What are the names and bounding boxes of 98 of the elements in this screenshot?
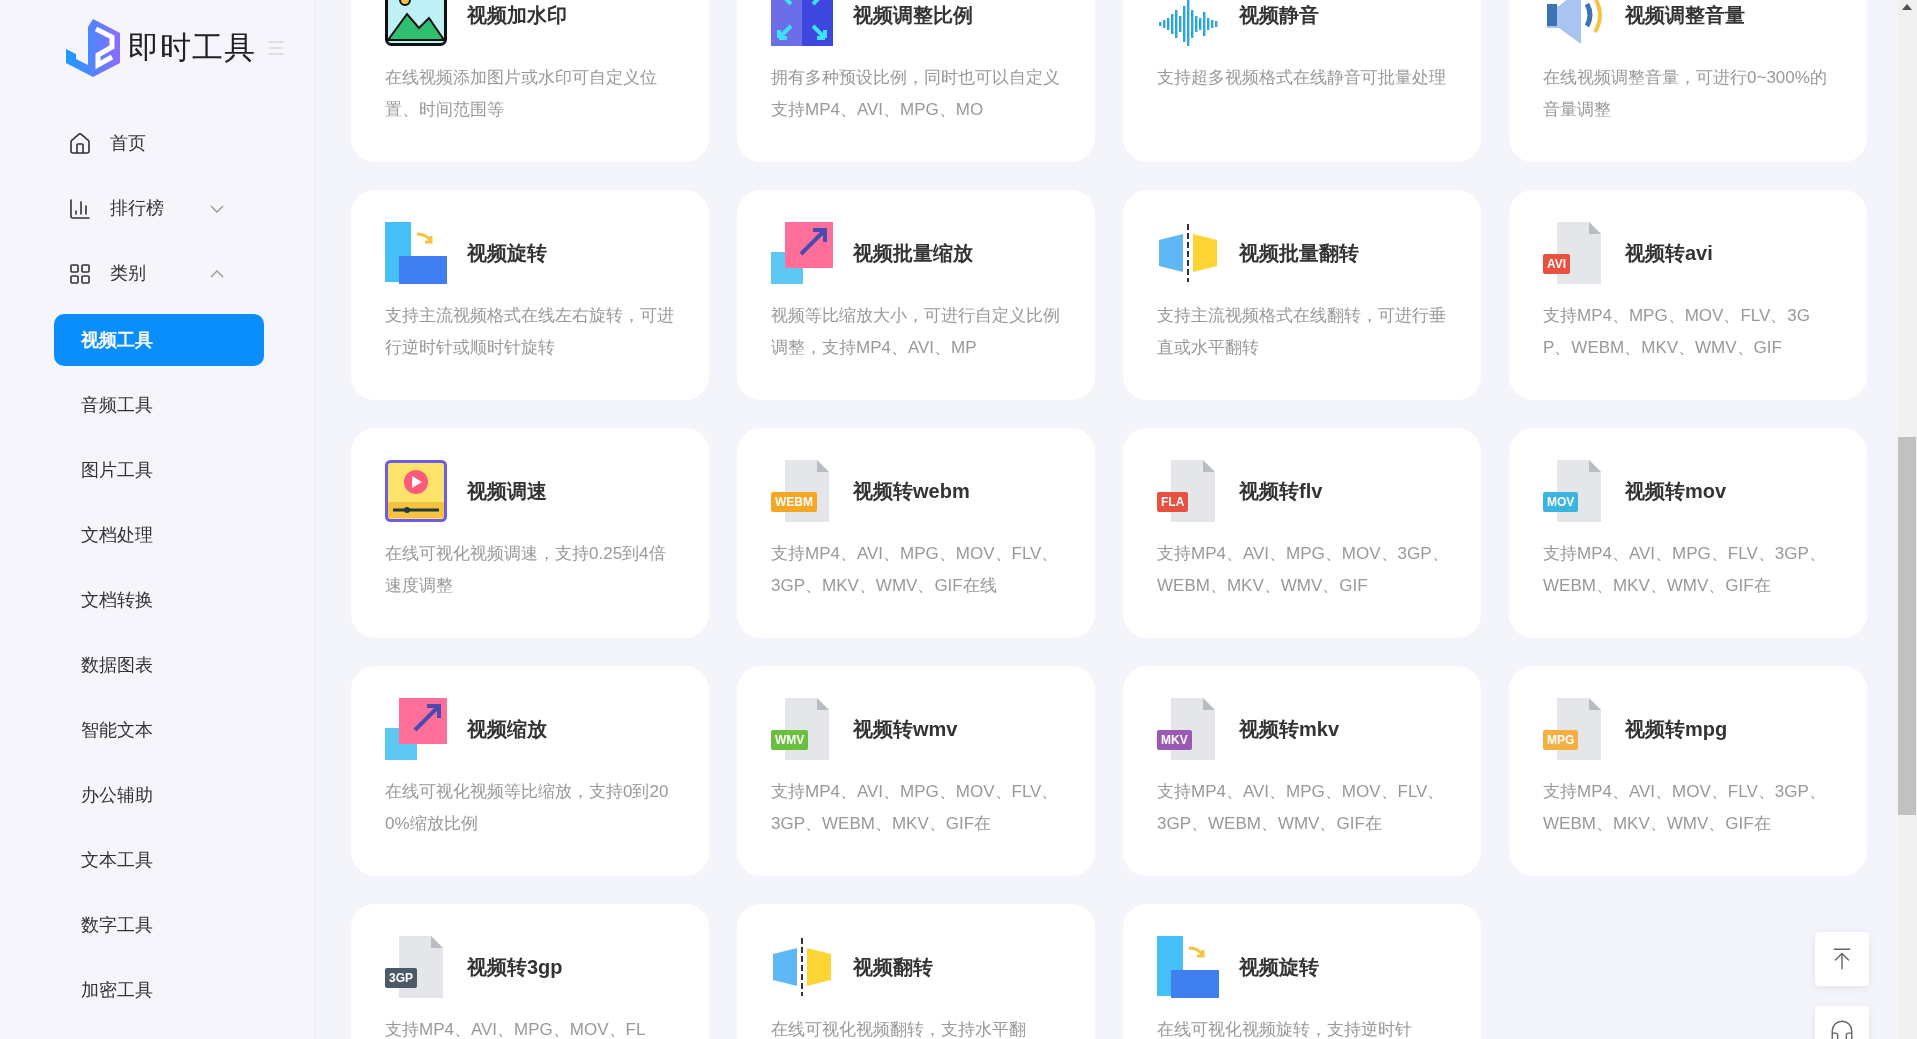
tool-description: 支持MP4、AVI、MPG、MOV、FLV、3GP、WEBM、WMV、GIF在	[1157, 781, 1446, 835]
file-type-label: FLA	[1157, 492, 1189, 512]
scroll-up-arrow-icon[interactable]	[1902, 4, 1912, 10]
tool-card[interactable]: 视频旋转 在线可视化视频旋转，支持逆时针	[1123, 904, 1481, 1039]
tool-description: 支持MP4、AVI、MPG、MOV、3GP、WEBM、MKV、WMV、GIF	[1157, 543, 1450, 597]
tool-card[interactable]: 视频调整音量 在线视频调整音量，可进行0~300%的音量调整	[1509, 0, 1867, 162]
tool-description: 在线可视化视频翻转，支持水平翻	[771, 1019, 1027, 1039]
tool-title: 视频旋转	[467, 241, 547, 266]
tool-description: 支持MP4、MPG、MOV、FLV、3GP、WEBM、MKV、WMV、GIF	[1543, 305, 1811, 359]
category-item[interactable]: 文档转换	[54, 574, 264, 626]
tool-title: 视频批量缩放	[853, 241, 973, 266]
expand-arrows-icon	[771, 0, 833, 46]
tool-card[interactable]: 视频批量翻转 支持主流视频格式在线翻转，可进行垂直或水平翻转	[1123, 190, 1481, 400]
tool-description: 在线可视化视频旋转，支持逆时针	[1157, 1019, 1413, 1039]
tool-title: 视频转flv	[1239, 479, 1323, 504]
tool-description: 支持主流视频格式在线左右旋转，可进行逆时针或顺时针旋转	[385, 305, 675, 359]
tool-card[interactable]: AVI 视频转avi 支持MP4、MPG、MOV、FLV、3GP、WEBM、MKV、WMV、GIF	[1509, 190, 1867, 400]
category-item[interactable]: 办公辅助	[54, 769, 264, 821]
sound-wave-icon	[1157, 0, 1219, 46]
file-type-label: MPG	[1543, 730, 1579, 750]
tool-title: 视频加水印	[467, 3, 567, 28]
tool-title: 视频转wmv	[853, 717, 958, 742]
tool-card[interactable]: MOV 视频转mov 支持MP4、AVI、MPG、FLV、3GP、WEBM、MKV、WMV、GIF在	[1509, 428, 1867, 638]
tool-description: 支持MP4、AVI、MPG、MOV、FLV、3GP、WEBM、MKV、GIF在	[771, 781, 1060, 835]
mirror-flip-icon	[771, 936, 833, 998]
tool-description: 支持MP4、AVI、MPG、MOV、FLV、3GP、MKV、WMV、GIF在线	[771, 543, 1060, 597]
mirror-flip-icon	[1157, 222, 1219, 284]
file-type-label: 3GP	[385, 968, 417, 988]
logo-icon	[66, 19, 120, 77]
grid-icon	[68, 261, 92, 286]
category-item[interactable]: 音频工具	[54, 379, 264, 431]
tool-card[interactable]: 视频批量缩放 视频等比缩放大小，可进行自定义比例调整，支持MP4、AVI、MP	[737, 190, 1095, 400]
tool-description: 视频等比缩放大小，可进行自定义比例调整，支持MP4、AVI、MP	[771, 305, 1061, 359]
file-type-label: MKV	[1157, 730, 1192, 750]
tool-title: 视频调整比例	[853, 3, 973, 28]
nav-item[interactable]: 类别	[0, 241, 314, 306]
tool-description: 支持MP4、AVI、MPG、FLV、3GP、WEBM、MKV、WMV、GIF在	[1543, 543, 1827, 597]
tool-title: 视频静音	[1239, 3, 1319, 28]
tool-card[interactable]: WEBM 视频转webm 支持MP4、AVI、MPG、MOV、FLV、3GP、MKV、WMV、GIF在线	[737, 428, 1095, 638]
logo-title: 即时工具	[128, 28, 256, 67]
tool-card[interactable]: 视频加水印 在线视频添加图片或水印可自定义位置、时间范围等	[351, 0, 709, 162]
tool-description: 在线可视化视频等比缩放，支持0到200%缩放比例	[385, 781, 670, 835]
tool-card[interactable]: 视频调速 在线可视化视频调速，支持0.25到4倍速度调整	[351, 428, 709, 638]
video-player-icon	[385, 460, 447, 522]
tool-title: 视频转avi	[1625, 241, 1713, 266]
tool-description: 拥有多种预设比例，同时也可以自定义支持MP4、AVI、MPG、MO	[771, 67, 1061, 121]
tool-card[interactable]: 视频缩放 在线可视化视频等比缩放，支持0到200%缩放比例	[351, 666, 709, 876]
tool-description: 在线可视化视频调速，支持0.25到4倍速度调整	[385, 543, 667, 597]
category-item[interactable]: 文档处理	[54, 509, 264, 561]
tool-title: 视频转3gp	[467, 955, 563, 980]
file-type-label: MOV	[1543, 492, 1579, 512]
category-item[interactable]: 加密工具	[54, 964, 264, 1016]
tool-description: 支持MP4、AVI、MOV、FLV、3GP、WEBM、MKV、WMV、GIF在	[1543, 781, 1827, 835]
rotate-shapes-icon	[385, 222, 447, 284]
resize-squares-icon	[771, 222, 833, 284]
tool-card[interactable]: FLA 视频转flv 支持MP4、AVI、MPG、MOV、3GP、WEBM、MKV、WMV、GIF	[1123, 428, 1481, 638]
bar-chart-icon	[68, 196, 92, 221]
nav-item[interactable]: 排行榜	[0, 176, 314, 241]
file-type-label: AVI	[1543, 254, 1571, 274]
tool-description: 在线视频添加图片或水印可自定义位置、时间范围等	[385, 67, 658, 121]
back-to-top-button[interactable]	[1815, 932, 1869, 986]
file-type-label: WEBM	[771, 492, 817, 512]
tool-title: 视频调整音量	[1625, 3, 1745, 28]
category-item[interactable]: 文本工具	[54, 834, 264, 886]
home-icon	[68, 131, 92, 156]
tool-card[interactable]: 视频静音 支持超多视频格式在线静音可批量处理	[1123, 0, 1481, 162]
tool-title: 视频转mpg	[1625, 717, 1728, 742]
tool-card[interactable]: WMV 视频转wmv 支持MP4、AVI、MPG、MOV、FLV、3GP、WEBM、MKV、GIF在	[737, 666, 1095, 876]
resize-squares-icon	[385, 698, 447, 760]
tool-description: 支持超多视频格式在线静音可批量处理	[1157, 67, 1447, 89]
landscape-picture-icon	[385, 0, 447, 46]
tool-title: 视频转webm	[853, 479, 970, 504]
category-item[interactable]: 数字工具	[54, 899, 264, 951]
tool-title: 视频缩放	[467, 717, 547, 742]
tool-card[interactable]: MKV 视频转mkv 支持MP4、AVI、MPG、MOV、FLV、3GP、WEBM、WMV、GIF在	[1123, 666, 1481, 876]
tool-card[interactable]: 视频旋转 支持主流视频格式在线左右旋转，可进行逆时针或顺时针旋转	[351, 190, 709, 400]
headset-icon	[1829, 1018, 1855, 1039]
rotate-shapes-icon	[1157, 936, 1219, 998]
category-item[interactable]: 数据图表	[54, 639, 264, 691]
tool-title: 视频翻转	[853, 955, 933, 980]
tool-description: 在线视频调整音量，可进行0~300%的音量调整	[1543, 67, 1828, 121]
category-item[interactable]: 图片工具	[54, 444, 264, 496]
category-item[interactable]: 智能文本	[54, 704, 264, 756]
tool-title: 视频转mkv	[1239, 717, 1340, 742]
tool-description: 支持MP4、AVI、MPG、MOV、FL	[385, 1019, 647, 1039]
file-type-label: WMV	[771, 730, 809, 750]
tool-title: 视频调速	[467, 479, 547, 504]
tool-title: 视频转mov	[1625, 479, 1727, 504]
scrollbar-thumb[interactable]	[1898, 437, 1916, 815]
scrollbar[interactable]	[1897, 0, 1917, 1039]
tool-description: 支持主流视频格式在线翻转，可进行垂直或水平翻转	[1157, 305, 1447, 359]
tool-title: 视频旋转	[1239, 955, 1319, 980]
tool-card[interactable]: MPG 视频转mpg 支持MP4、AVI、MOV、FLV、3GP、WEBM、MKV、WMV、GIF在	[1509, 666, 1867, 876]
tool-card[interactable]: 视频翻转 在线可视化视频翻转，支持水平翻	[737, 904, 1095, 1039]
nav-item[interactable]: 首页	[0, 111, 314, 176]
tool-card[interactable]: 3GP 视频转3gp 支持MP4、AVI、MPG、MOV、FL	[351, 904, 709, 1039]
tool-title: 视频批量翻转	[1239, 241, 1359, 266]
tool-card[interactable]: 视频调整比例 拥有多种预设比例，同时也可以自定义支持MP4、AVI、MPG、MO	[737, 0, 1095, 162]
